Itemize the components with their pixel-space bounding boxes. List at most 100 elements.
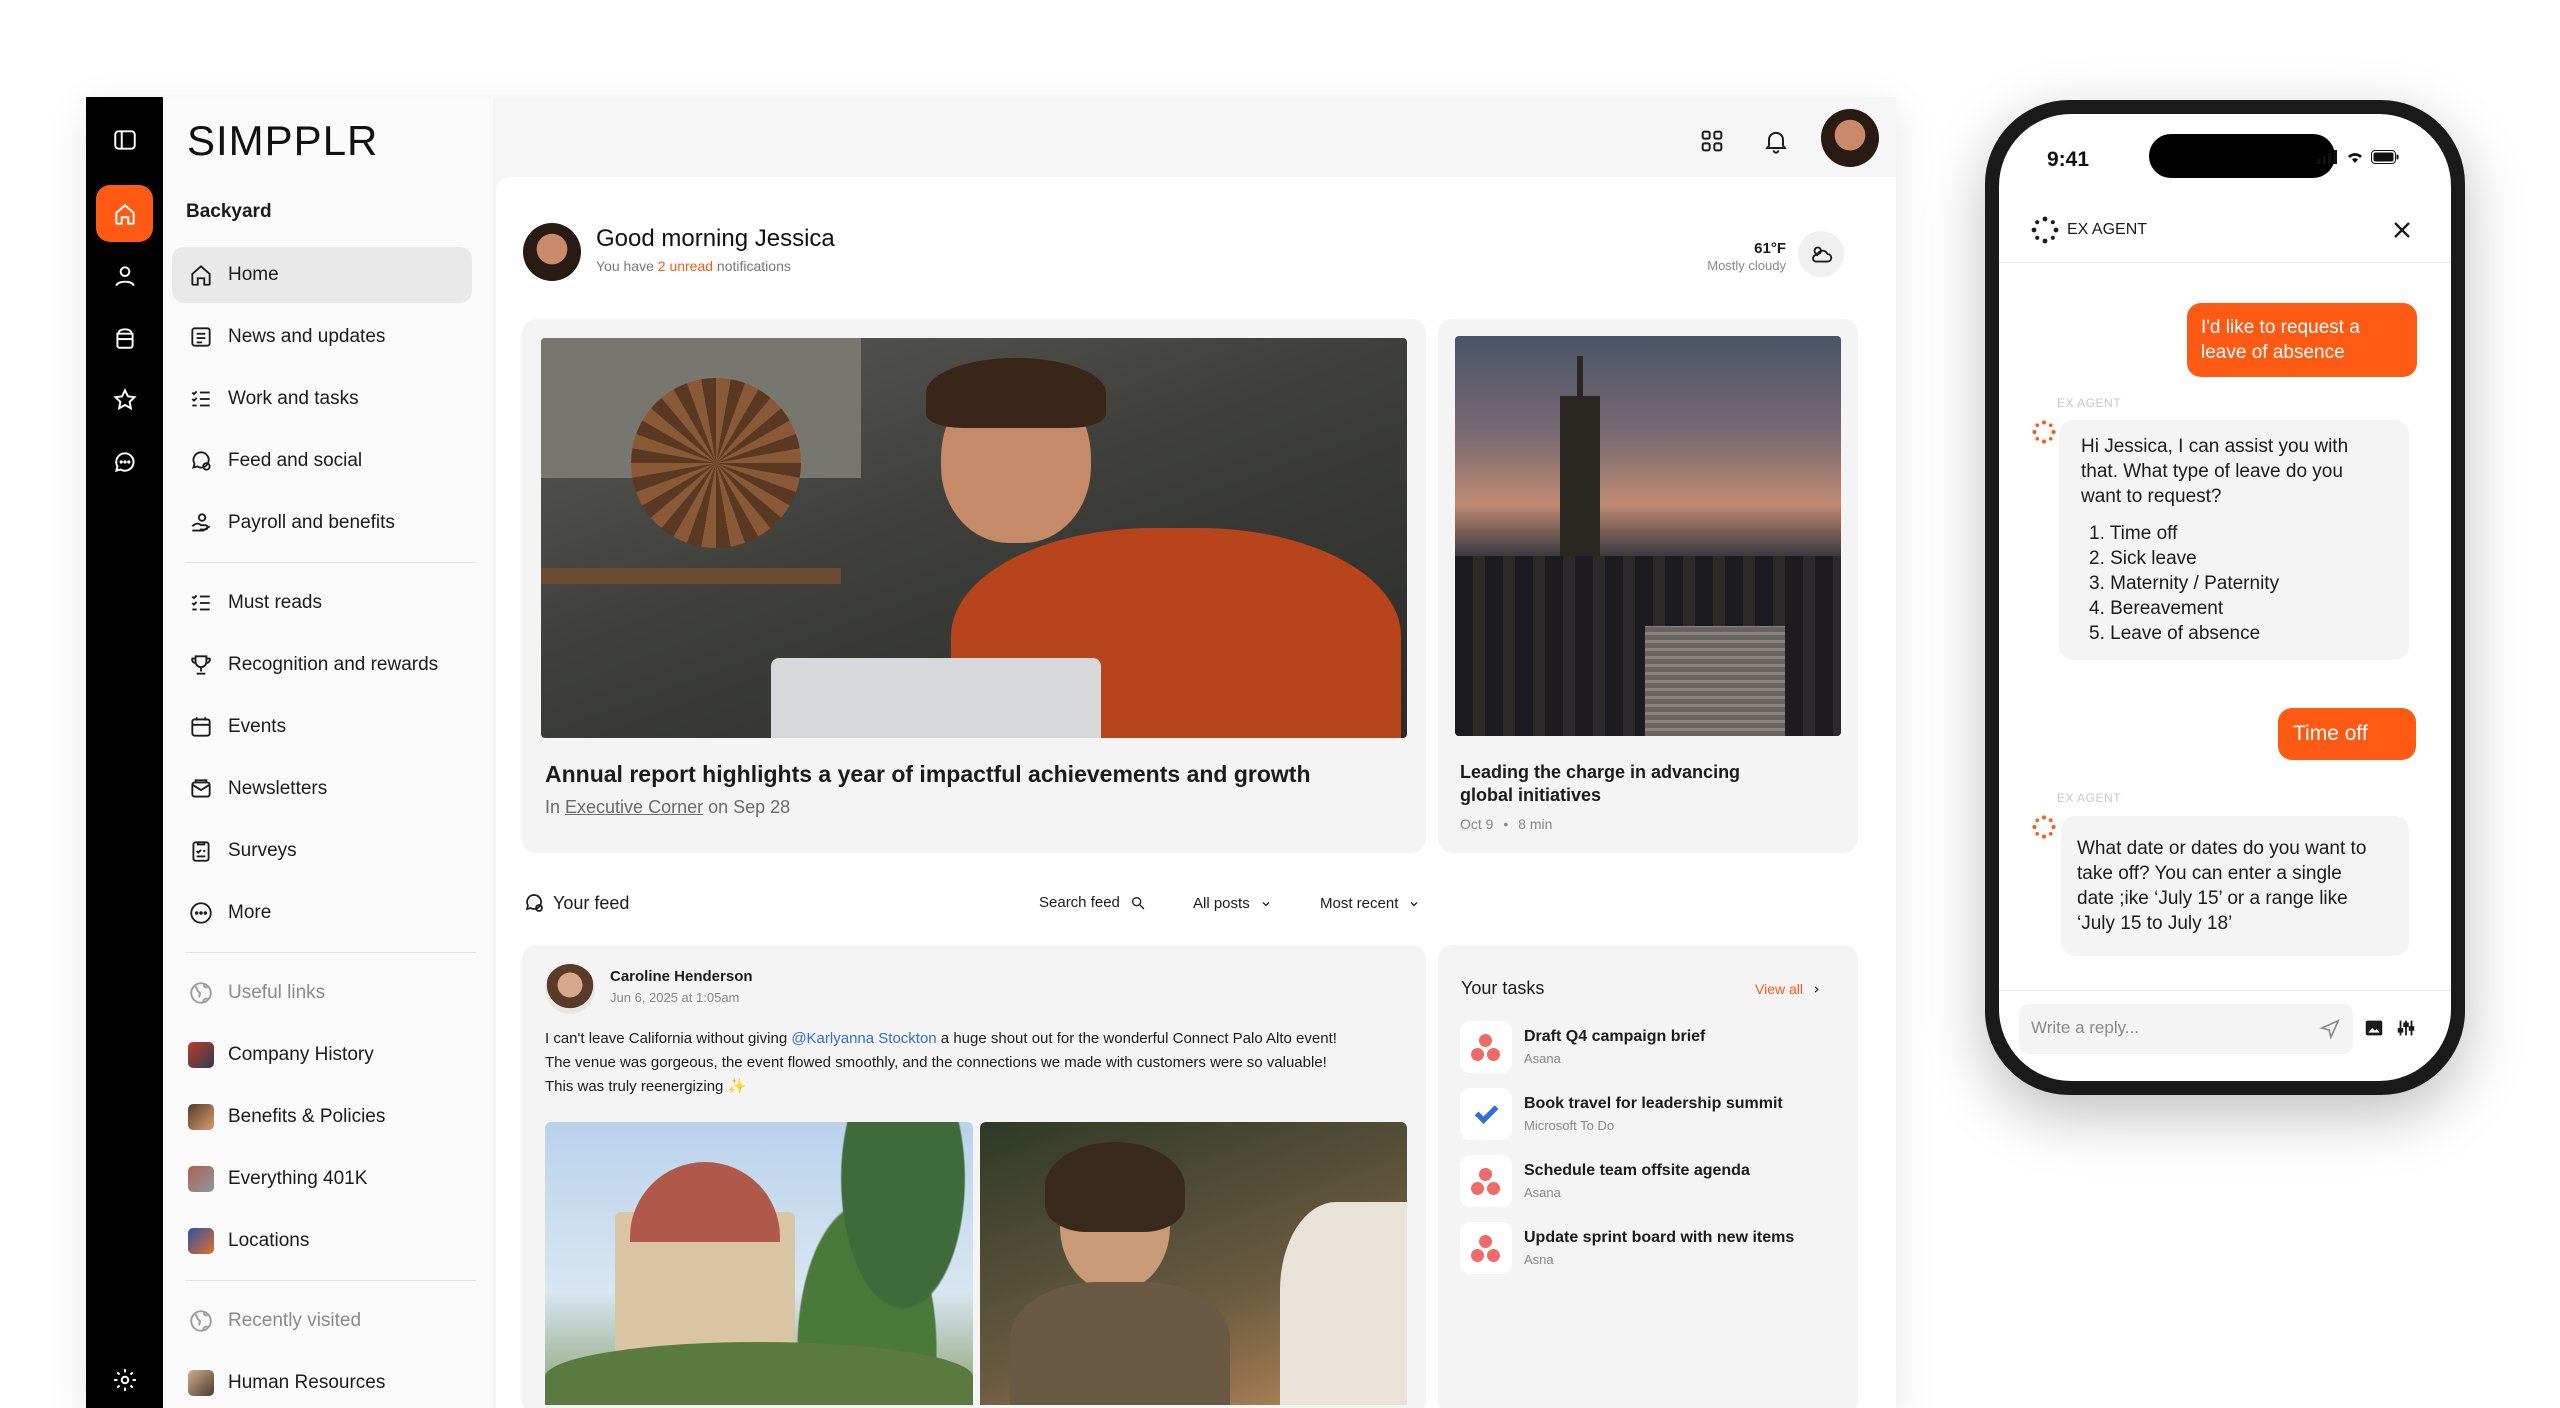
featured-article-title[interactable]: Annual report highlights a year of impac… bbox=[545, 761, 1311, 788]
close-icon[interactable] bbox=[2390, 218, 2414, 242]
sidebar-item-payroll[interactable]: Payroll and benefits bbox=[172, 495, 472, 551]
woman-shirt bbox=[1010, 1282, 1230, 1405]
image-attach-icon[interactable] bbox=[2363, 1017, 2385, 1039]
useful-link-locations[interactable]: Locations bbox=[172, 1213, 472, 1269]
rail-star-icon[interactable] bbox=[96, 371, 153, 428]
agent-message-line: What date or dates do you want to bbox=[2077, 838, 2367, 859]
chat-agent-name: EX AGENT bbox=[2067, 221, 2148, 238]
rail-chat-icon[interactable] bbox=[96, 433, 153, 490]
task-item[interactable]: Draft Q4 campaign brief Asana bbox=[1460, 1021, 1840, 1077]
secondary-article-image[interactable] bbox=[1455, 336, 1841, 736]
useful-link-company-history[interactable]: Company History bbox=[172, 1027, 472, 1083]
post-image-cafe[interactable] bbox=[980, 1122, 1407, 1405]
featured-article-image[interactable] bbox=[541, 338, 1407, 738]
task-title: Update sprint board with new items bbox=[1524, 1229, 1795, 1246]
ex-agent-logo-icon bbox=[2031, 216, 2059, 244]
useful-links-header[interactable]: Useful links bbox=[172, 965, 472, 1021]
reply-input[interactable]: Write a reply... bbox=[2019, 1004, 2353, 1054]
secondary-title-line2: global initiatives bbox=[1460, 785, 1602, 805]
sidebar-item-newsletters[interactable]: Newsletters bbox=[172, 761, 472, 817]
greeting-subtitle: You have 2 unread notifications bbox=[596, 258, 791, 274]
sidebar-item-home[interactable]: Home bbox=[172, 247, 472, 303]
leave-option[interactable]: 3. Maternity / Paternity bbox=[2089, 571, 2387, 596]
leave-option[interactable]: 2. Sick leave bbox=[2089, 546, 2387, 571]
leave-option[interactable]: 4. Bereavement bbox=[2089, 596, 2387, 621]
rail-sites-icon[interactable] bbox=[96, 309, 153, 366]
send-icon[interactable] bbox=[2319, 1018, 2341, 1040]
sidebar-toggle-icon[interactable] bbox=[96, 111, 153, 168]
agent-label: EX AGENT bbox=[2057, 396, 2122, 410]
agent-avatar-icon bbox=[2032, 420, 2056, 444]
search-feed-button[interactable]: Search feed bbox=[1039, 894, 1146, 911]
sidebar-item-feed[interactable]: Feed and social bbox=[172, 433, 472, 489]
rail-profile-icon[interactable] bbox=[96, 247, 153, 304]
useful-link-401k[interactable]: Everything 401K bbox=[172, 1151, 472, 1207]
asana-icon bbox=[1460, 1155, 1512, 1207]
user-avatar[interactable] bbox=[1821, 109, 1879, 167]
post-filter-dropdown[interactable]: All posts bbox=[1193, 895, 1272, 912]
mention-link[interactable]: @Karlyanna Stockton bbox=[791, 1030, 936, 1047]
leave-option[interactable]: 5. Leave of absence bbox=[2089, 621, 2387, 646]
more-icon bbox=[190, 902, 212, 924]
sidebar-item-work[interactable]: Work and tasks bbox=[172, 371, 472, 427]
phone-status-icons bbox=[2317, 150, 2399, 164]
task-item[interactable]: Book travel for leadership summit Micros… bbox=[1460, 1088, 1840, 1144]
news-icon bbox=[191, 327, 211, 347]
bushes bbox=[545, 1342, 973, 1405]
sidebar-item-label: Events bbox=[228, 716, 287, 737]
tasks-icon bbox=[191, 390, 210, 407]
sidebar-item-label: Newsletters bbox=[228, 778, 328, 799]
sidebar-item-must-reads[interactable]: Must reads bbox=[172, 575, 472, 631]
unread-count-link[interactable]: 2 unread bbox=[658, 258, 713, 274]
settings-sliders-icon[interactable] bbox=[2395, 1017, 2417, 1039]
user-message-bubble: I'd like to request a leave of absence bbox=[2187, 303, 2417, 377]
second-person bbox=[1280, 1202, 1407, 1405]
task-item[interactable]: Update sprint board with new items Asna bbox=[1460, 1222, 1840, 1278]
benefits-thumbnail bbox=[188, 1104, 214, 1130]
apps-grid-icon[interactable] bbox=[1690, 119, 1734, 163]
woman-hair bbox=[1045, 1142, 1185, 1232]
user-message-line: I'd like to request a bbox=[2201, 317, 2360, 338]
executive-corner-link[interactable]: Executive Corner bbox=[565, 797, 703, 817]
useful-link-label: Benefits & Policies bbox=[228, 1106, 386, 1127]
agent-avatar-icon bbox=[2032, 815, 2056, 839]
chevron-down-icon bbox=[1410, 901, 1418, 906]
post-line1: I can't leave California without giving … bbox=[545, 1027, 1415, 1051]
secondary-article-title[interactable]: Leading the charge in advancing global i… bbox=[1460, 761, 1740, 807]
useful-link-label: Everything 401K bbox=[228, 1168, 368, 1189]
task-title: Schedule team offsite agenda bbox=[1524, 1162, 1750, 1179]
post-author-name[interactable]: Caroline Henderson bbox=[610, 968, 753, 985]
sidebar-item-label: More bbox=[228, 902, 272, 923]
notifications-bell-icon[interactable] bbox=[1754, 119, 1798, 163]
sidebar-item-surveys[interactable]: Surveys bbox=[172, 823, 472, 879]
post-author-avatar[interactable] bbox=[545, 964, 595, 1014]
asana-icon bbox=[1460, 1222, 1512, 1274]
rail-home-icon[interactable] bbox=[96, 185, 153, 242]
sidebar-item-more[interactable]: More bbox=[172, 885, 472, 941]
recently-visited-header[interactable]: Recently visited bbox=[172, 1293, 472, 1349]
sidebar-item-recognition[interactable]: Recognition and rewards bbox=[172, 637, 472, 693]
battery-icon bbox=[2371, 150, 2399, 164]
search-icon bbox=[1131, 896, 1145, 909]
post-image-tower[interactable] bbox=[545, 1122, 973, 1405]
dynamic-island bbox=[2149, 134, 2335, 178]
sidebar-item-events[interactable]: Events bbox=[172, 699, 472, 755]
laptop bbox=[771, 658, 1101, 738]
agent-message-line: take off? You can enter a single bbox=[2077, 863, 2342, 884]
useful-link-benefits[interactable]: Benefits & Policies bbox=[172, 1089, 472, 1145]
feed-title: Your feed bbox=[553, 893, 630, 913]
task-item[interactable]: Schedule team offsite agenda Asana bbox=[1460, 1155, 1840, 1211]
sort-dropdown[interactable]: Most recent bbox=[1320, 895, 1420, 912]
weather-cloud-icon[interactable] bbox=[1798, 231, 1844, 277]
settings-gear-icon[interactable] bbox=[96, 1351, 153, 1408]
agent-label: EX AGENT bbox=[2057, 791, 2122, 805]
post-text-post: a huge shout out for the wonderful Conne… bbox=[936, 1030, 1337, 1047]
greeting-avatar bbox=[523, 223, 581, 281]
post-line2: The venue was gorgeous, the event flowed… bbox=[545, 1054, 1327, 1071]
sidebar-item-news[interactable]: News and updates bbox=[172, 309, 472, 365]
recent-item-human-resources[interactable]: Human Resources bbox=[172, 1355, 472, 1408]
simpplr-logo[interactable]: SIMPPLR bbox=[187, 117, 378, 165]
agent-message-line: that. What type of leave do you bbox=[2081, 461, 2343, 482]
leave-option[interactable]: 1. Time off bbox=[2089, 521, 2387, 546]
view-all-link[interactable]: View all bbox=[1755, 981, 1822, 997]
